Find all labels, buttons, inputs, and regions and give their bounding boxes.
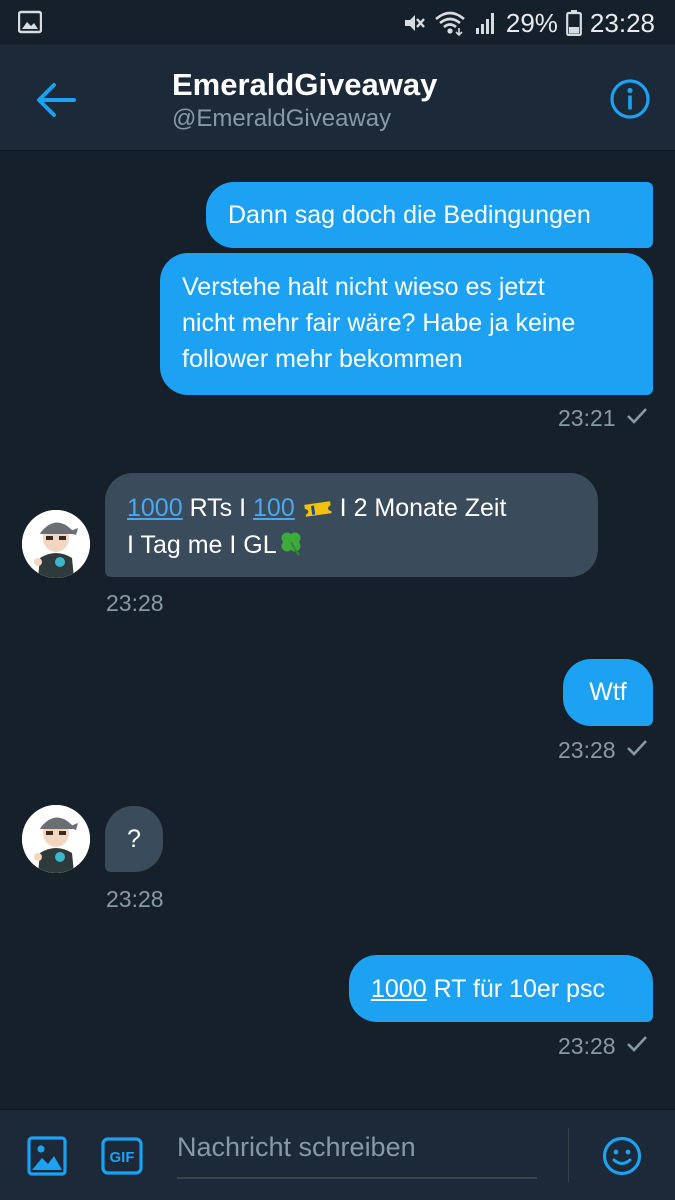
message-time: 23:21 <box>558 405 616 431</box>
mute-icon <box>402 11 426 35</box>
message-text: I Tag me I GL <box>127 531 277 560</box>
message-meta: 23:21 <box>558 405 648 432</box>
svg-text:GIF: GIF <box>110 1149 135 1166</box>
back-arrow-icon[interactable] <box>34 81 78 119</box>
message-time: 23:28 <box>558 737 616 763</box>
message-meta: 23:28 <box>106 590 164 617</box>
number-link[interactable]: 1000 <box>371 975 427 1003</box>
number-link[interactable]: 100 <box>253 494 295 522</box>
checkmark-icon <box>626 737 648 764</box>
message-meta: 23:28 <box>558 737 648 764</box>
outgoing-message[interactable]: Wtf <box>563 659 653 726</box>
battery-percent: 29% <box>505 7 558 38</box>
conversation-header: EmeraldGiveaway @EmeraldGiveaway <box>0 45 675 151</box>
battery-icon <box>566 10 582 36</box>
incoming-message[interactable]: 1000 RTs I 100 I 2 Monate Zeit I Tag me … <box>105 473 598 577</box>
message-text: I 2 Monate Zeit <box>332 494 507 522</box>
message-time: 23:28 <box>558 1033 616 1059</box>
contact-avatar[interactable] <box>22 805 90 873</box>
message-text: RT für 10er psc <box>426 975 605 1003</box>
number-link[interactable]: 1000 <box>127 494 183 522</box>
signal-icon <box>474 11 498 35</box>
image-notification-icon <box>18 10 42 34</box>
message-meta: 23:28 <box>106 886 164 913</box>
message-time: 23:28 <box>106 886 164 912</box>
message-line: nicht mehr fair wäre? Habe ja keine <box>182 309 576 337</box>
message-composer: GIF Nachricht schreiben <box>0 1109 675 1200</box>
contact-name[interactable]: EmeraldGiveaway <box>172 67 437 103</box>
message-text: RTs I <box>182 494 254 522</box>
checkmark-icon <box>626 405 648 432</box>
checkmark-icon <box>626 1033 648 1060</box>
message-line: I Tag me I GL <box>127 527 576 565</box>
outgoing-message[interactable]: 1000 RT für 10er psc <box>349 955 653 1022</box>
outgoing-message[interactable]: Dann sag doch die Bedingungen <box>206 182 653 248</box>
emoji-icon[interactable] <box>602 1136 642 1181</box>
contact-avatar[interactable] <box>22 510 90 578</box>
contact-handle[interactable]: @EmeraldGiveaway <box>172 105 391 133</box>
gif-icon[interactable]: GIF <box>101 1137 143 1180</box>
incoming-message[interactable]: ? <box>105 806 163 872</box>
four-leaf-clover-icon <box>277 528 305 566</box>
message-line: follower mehr bekommen <box>182 345 463 373</box>
info-icon[interactable] <box>609 78 651 120</box>
message-text: ? <box>127 825 141 853</box>
message-text: Wtf <box>589 678 627 706</box>
composer-divider <box>568 1128 569 1182</box>
ticket-icon <box>303 491 333 527</box>
message-line: 1000 RTs I 100 I 2 Monate Zeit <box>127 490 576 527</box>
outgoing-message[interactable]: Verstehe halt nicht wieso es jetzt nicht… <box>160 253 653 395</box>
wifi-icon <box>434 10 466 36</box>
message-input[interactable]: Nachricht schreiben <box>177 1132 537 1179</box>
message-meta: 23:28 <box>558 1033 648 1060</box>
message-time: 23:28 <box>106 590 164 616</box>
message-text: Dann sag doch die Bedingungen <box>228 201 591 229</box>
status-bar: 29% 23:28 <box>0 0 675 45</box>
clock: 23:28 <box>589 7 655 38</box>
message-line: Verstehe halt nicht wieso es jetzt <box>182 273 545 301</box>
image-icon[interactable] <box>27 1136 67 1181</box>
